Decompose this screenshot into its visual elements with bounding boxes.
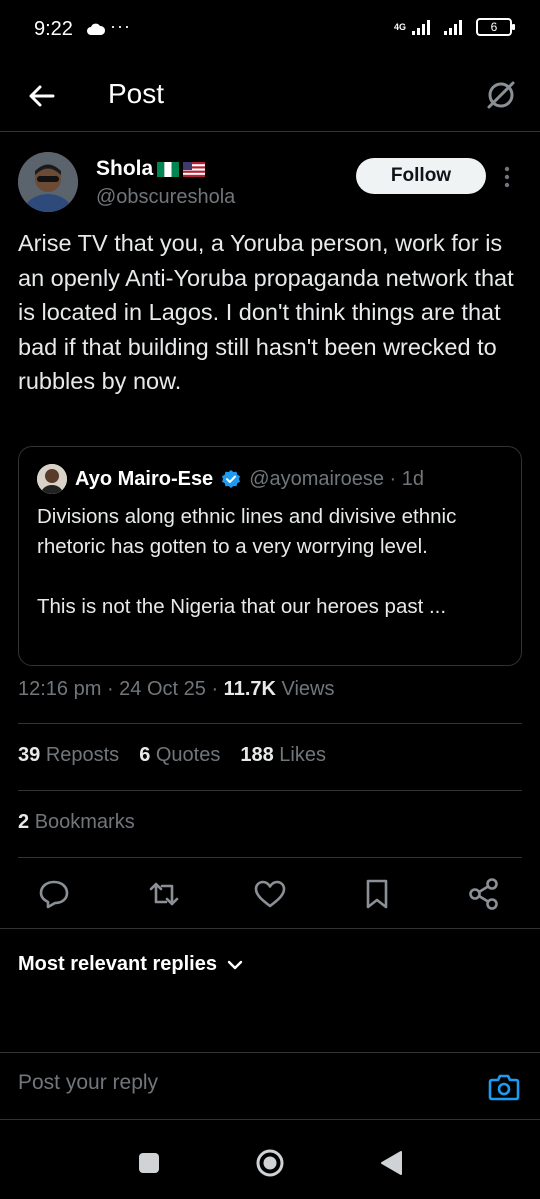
divider [18, 723, 522, 724]
post-text: Arise TV that you, a Yoruba person, work… [18, 230, 514, 394]
quoted-author-name: Ayo Mairo-Ese [75, 467, 214, 490]
signal-icon-2 [444, 20, 462, 35]
status-time: 9:22 [34, 18, 73, 40]
reply-input[interactable] [18, 1071, 458, 1095]
bookmarks-count: 2 [18, 811, 30, 833]
bookmarks-label: Bookmarks [34, 811, 135, 833]
quoted-post-text: Divisions along ethnic lines and divisiv… [37, 505, 457, 618]
author-name[interactable]: Shola [96, 157, 153, 181]
meta-separator: · [211, 678, 224, 700]
divider [18, 857, 522, 858]
reposts-stat[interactable]: 39 Reposts [18, 744, 119, 767]
reposts-label: Reposts [45, 744, 120, 766]
post-meta: 12:16 pm · 24 Oct 25 · 11.7K Views [18, 678, 335, 701]
more-options-icon[interactable] [500, 162, 514, 192]
status-right-group: 4G 6 [393, 18, 515, 36]
verified-badge-icon [222, 470, 241, 488]
nigeria-flag-icon [157, 161, 180, 177]
quoted-avatar [37, 464, 67, 494]
signal-icon [412, 20, 430, 35]
quoted-author-handle: @ayomairoese · 1d [249, 467, 425, 490]
home-icon[interactable] [253, 1146, 287, 1180]
avatar[interactable] [18, 152, 78, 212]
quoted-post[interactable]: Ayo Mairo-Ese @ayomairoese · 1d Division… [18, 446, 522, 666]
bookmarks-stat[interactable]: 2 Bookmarks [18, 811, 135, 834]
battery-indicator: 6 [476, 18, 515, 36]
repost-icon[interactable] [146, 876, 182, 912]
views-label[interactable]: Views [282, 678, 335, 700]
sort-label: Most relevant replies [18, 953, 217, 975]
meta-separator: · [106, 678, 120, 700]
back-nav-icon[interactable] [374, 1146, 408, 1180]
chevron-down-icon [227, 960, 243, 969]
status-bar: 9:22 ··· 4G 6 [0, 0, 540, 60]
quoted-post-header: Ayo Mairo-Ese @ayomairoese · 1d [37, 464, 424, 494]
follow-button[interactable]: Follow [356, 158, 486, 194]
divider [0, 928, 540, 929]
likes-count: 188 [240, 744, 274, 766]
cloud-icon [87, 23, 106, 35]
like-icon[interactable] [252, 876, 288, 912]
arrow-left-icon[interactable] [26, 80, 58, 112]
network-type: 4G [393, 21, 406, 32]
views-count: 11.7K [223, 678, 276, 700]
bookmark-icon[interactable] [359, 876, 395, 912]
page-title: Post [108, 78, 165, 109]
usa-flag-icon [183, 161, 206, 177]
system-nav-bar [0, 1128, 540, 1199]
divider [18, 790, 522, 791]
quotes-label: Quotes [155, 744, 221, 766]
post-author: Shola @obscureshola Follow [18, 152, 522, 216]
recents-icon[interactable] [132, 1146, 166, 1180]
post-date: 24 Oct 25 [119, 678, 206, 700]
status-more-indicator: ··· [110, 16, 131, 36]
replies-sort-dropdown[interactable]: Most relevant replies [18, 953, 243, 976]
engagement-stats: 39 Reposts 6 Quotes 188 Likes [18, 744, 326, 767]
reply-composer [0, 1052, 540, 1120]
share-icon[interactable] [466, 876, 502, 912]
camera-icon[interactable] [488, 1073, 520, 1101]
post-time: 12:16 pm [18, 678, 102, 700]
author-name-row[interactable]: Shola [96, 157, 206, 181]
reposts-count: 39 [18, 744, 41, 766]
quotes-stat[interactable]: 6 Quotes [139, 744, 220, 767]
likes-label: Likes [279, 744, 326, 766]
grok-icon[interactable] [484, 78, 518, 112]
quotes-count: 6 [139, 744, 151, 766]
reply-icon[interactable] [36, 876, 72, 912]
author-handle[interactable]: @obscureshola [96, 186, 235, 209]
likes-stat[interactable]: 188 Likes [240, 744, 326, 767]
top-bar: Post [0, 60, 540, 132]
post-actions [18, 872, 522, 916]
